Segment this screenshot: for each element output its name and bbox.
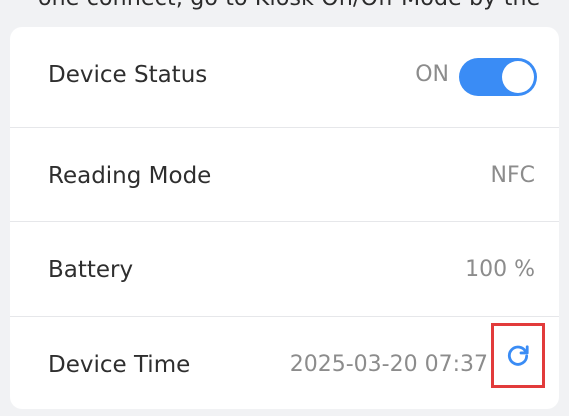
battery-row: Battery 100 %	[10, 221, 559, 316]
device-status-row: Device Status ON	[10, 27, 559, 127]
device-info-card: Device Status ON Reading Mode NFC Batter…	[10, 27, 559, 409]
device-status-value: ON	[415, 62, 449, 87]
device-status-label: Device Status	[48, 62, 208, 88]
refresh-time-button[interactable]	[491, 323, 545, 388]
reading-mode-value: NFC	[490, 163, 535, 188]
battery-value: 100 %	[465, 257, 535, 282]
cropped-instruction-label: one connect, go to Kiosk On/Off Mode by …	[38, 0, 540, 11]
reading-mode-label: Reading Mode	[48, 163, 212, 189]
refresh-icon	[507, 344, 529, 366]
cropped-instruction-text: one connect, go to Kiosk On/Off Mode by …	[0, 0, 569, 14]
toggle-knob	[502, 61, 534, 93]
device-time-value: 2025-03-20 07:37	[289, 352, 488, 377]
battery-label: Battery	[48, 257, 134, 283]
device-time-row: Device Time 2025-03-20 07:37	[10, 316, 559, 409]
device-time-label: Device Time	[48, 352, 191, 378]
device-status-toggle[interactable]	[459, 58, 537, 96]
reading-mode-row: Reading Mode NFC	[10, 127, 559, 221]
